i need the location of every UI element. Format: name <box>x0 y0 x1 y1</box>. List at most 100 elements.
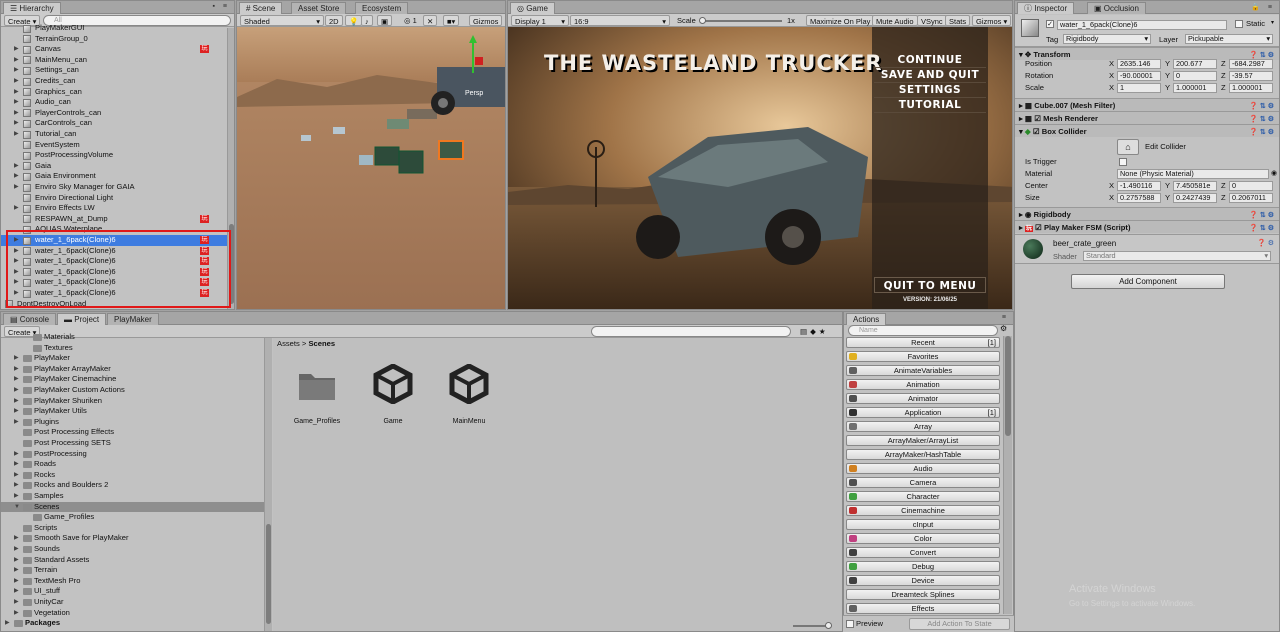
project-folder-item[interactable]: ▶ Standard Assets <box>1 555 265 566</box>
tab-scene[interactable]: # Scene <box>239 2 283 14</box>
box-collider-header[interactable]: ▾ ◆ ☑ Box Collider ❓⇅⚙ <box>1015 124 1279 137</box>
expand-arrow-icon[interactable]: ▶ <box>14 87 19 98</box>
expand-arrow-icon[interactable]: ▶ <box>14 396 19 407</box>
project-folder-item[interactable]: ▶ PlayMaker ArrayMaker <box>1 364 265 375</box>
expand-arrow-icon[interactable]: ▼ <box>14 502 20 513</box>
center-x-field[interactable]: -1.490116 <box>1117 180 1161 191</box>
hierarchy-item[interactable]: ▶ Enviro Effects LW <box>1 203 227 214</box>
inspector-menu-icon[interactable]: 🔒 ≡ <box>1251 3 1275 11</box>
tree-scroll-thumb[interactable] <box>266 524 271 624</box>
project-folder-item[interactable]: Post Processing SETS <box>1 438 265 449</box>
vsync-button[interactable]: VSync <box>917 15 947 26</box>
hierarchy-item[interactable]: ▶ Tutorial_can <box>1 129 227 140</box>
project-folder-item[interactable]: ▶ PlayMaker Utils <box>1 406 265 417</box>
project-folder-item[interactable]: Textures <box>1 343 265 354</box>
expand-arrow-icon[interactable]: ▶ <box>14 417 19 428</box>
transform-z-field[interactable]: 1.000001 <box>1229 82 1273 93</box>
game-gizmos-dropdown[interactable]: Gizmos ▾ <box>972 15 1012 26</box>
transform-x-field[interactable]: 1 <box>1117 82 1161 93</box>
layer-dropdown[interactable]: Pickupable ▾ <box>1185 34 1273 44</box>
maximize-on-play-button[interactable]: Maximize On Play <box>806 15 875 26</box>
preview-checkbox[interactable] <box>846 620 854 628</box>
expand-arrow-icon[interactable]: ▶ <box>14 108 19 119</box>
is-trigger-checkbox[interactable] <box>1119 157 1127 166</box>
expand-arrow-icon[interactable]: ▶ <box>14 182 19 193</box>
action-category-arraymaker-arraylist[interactable]: ArrayMaker/ArrayList <box>846 435 1000 446</box>
actions-scrollbar[interactable] <box>1003 336 1012 614</box>
expand-arrow-icon[interactable]: ▶ <box>14 555 19 566</box>
action-category-cinemachine[interactable]: Cinemachine <box>846 505 1000 516</box>
project-folder-item[interactable]: ▶ UnityCar <box>1 597 265 608</box>
2d-toggle[interactable]: 2D <box>325 15 343 26</box>
hierarchy-item[interactable]: ▶ Credits_can <box>1 76 227 87</box>
action-category-animatevariables[interactable]: AnimateVariables <box>846 365 1000 376</box>
action-category-arraymaker-hashtable[interactable]: ArrayMaker/HashTable <box>846 449 1000 460</box>
expand-arrow-icon[interactable]: ▶ <box>14 55 19 66</box>
project-folder-item[interactable]: ▶ PlayMaker <box>1 353 265 364</box>
actions-settings-icon[interactable]: ⚙ <box>1000 324 1007 333</box>
action-category-animator[interactable]: Animator <box>846 393 1000 404</box>
static-dropdown-icon[interactable]: ▾ <box>1271 19 1274 26</box>
expand-arrow-icon[interactable]: ▶ <box>14 608 19 619</box>
size-x-field[interactable]: 0.2757588 <box>1117 192 1161 203</box>
expand-arrow-icon[interactable]: ▶ <box>14 385 19 396</box>
expand-arrow-icon[interactable]: ▶ <box>14 533 19 544</box>
action-category-camera[interactable]: Camera <box>846 477 1000 488</box>
tab-ecosystem[interactable]: Ecosystem <box>355 2 409 14</box>
center-z-field[interactable]: 0 <box>1229 180 1273 191</box>
hierarchy-item[interactable]: TerrainGroup_0 <box>1 34 227 45</box>
expand-arrow-icon[interactable]: ▶ <box>0 299 1 310</box>
transform-z-field[interactable]: -684.2987 <box>1229 58 1273 69</box>
static-checkbox[interactable] <box>1235 20 1243 28</box>
project-folder-item[interactable]: Materials <box>1 332 265 343</box>
expand-arrow-icon[interactable]: ▶ <box>14 449 19 460</box>
project-folder-item[interactable]: ▶ Rocks and Boulders 2 <box>1 480 265 491</box>
expand-arrow-icon[interactable]: ▶ <box>14 491 19 502</box>
size-y-field[interactable]: 0.2427439 <box>1173 192 1217 203</box>
material-picker-icon[interactable]: ◉ <box>1271 168 1277 179</box>
action-category-dreamteck-splines[interactable]: Dreamteck Splines <box>846 589 1000 600</box>
expand-arrow-icon[interactable]: ▶ <box>14 44 19 55</box>
audio-toggle-icon[interactable]: ♪ <box>361 15 373 26</box>
action-category-convert[interactable]: Convert <box>846 547 1000 558</box>
zoom-slider-handle[interactable] <box>825 622 832 629</box>
mesh-filter-header[interactable]: ▸ ▦ Cube.007 (Mesh Filter) ❓⇅⚙ <box>1015 98 1279 111</box>
action-category-color[interactable]: Color <box>846 533 1000 544</box>
scene-gizmos-dropdown[interactable]: Gizmos <box>469 15 503 26</box>
tab-playmaker[interactable]: PlayMaker <box>107 313 159 325</box>
hierarchy-item[interactable]: RESPAWN_at_Dump 玩 <box>1 214 227 225</box>
asset-item[interactable]: Game_Profiles <box>287 364 347 428</box>
expand-arrow-icon[interactable]: ▶ <box>14 129 19 140</box>
tools-icon[interactable]: ✕ <box>423 15 438 26</box>
hierarchy-item[interactable]: ▶ PlayerControls_can <box>1 108 227 119</box>
action-category-character[interactable]: Character <box>846 491 1000 502</box>
project-folder-item[interactable]: ▶ Terrain <box>1 565 265 576</box>
project-folder-item[interactable]: ▶ PlayMaker Shuriken <box>1 396 265 407</box>
mesh-renderer-header[interactable]: ▸ ▦ ☑ Mesh Renderer ❓⇅⚙ <box>1015 111 1279 124</box>
tab-project[interactable]: ▬ Project <box>57 313 107 325</box>
tree-scrollbar[interactable] <box>264 338 272 631</box>
stats-button[interactable]: Stats <box>945 15 971 26</box>
project-folder-item[interactable]: ▶ Smooth Save for PlayMaker <box>1 533 265 544</box>
actions-search-input[interactable]: Name <box>848 325 998 336</box>
expand-arrow-icon[interactable]: ▶ <box>14 459 19 470</box>
tag-dropdown[interactable]: Rigidbody ▾ <box>1063 34 1151 44</box>
add-component-button[interactable]: Add Component <box>1071 274 1225 289</box>
action-category-animation[interactable]: Animation <box>846 379 1000 390</box>
actions-scroll-thumb[interactable] <box>1005 336 1011 436</box>
action-category-debug[interactable]: Debug <box>846 561 1000 572</box>
hierarchy-item[interactable]: ▶ Gaia Environment <box>1 171 227 182</box>
camera-dropdown-icon[interactable]: ■▾ <box>443 15 460 26</box>
tab-console[interactable]: ▤ Console <box>3 313 57 325</box>
scene-viewport[interactable]: Persp <box>237 27 506 310</box>
hierarchy-item[interactable]: ▶ MainMenu_can <box>1 55 227 66</box>
expand-arrow-icon[interactable]: ▶ <box>14 374 19 385</box>
hierarchy-item[interactable]: ▶ Audio_can <box>1 97 227 108</box>
tab-asset-store[interactable]: Asset Store <box>291 2 347 14</box>
hierarchy-item[interactable]: ▶ Canvas 玩 <box>1 44 227 55</box>
scale-slider[interactable] <box>699 17 782 24</box>
transform-x-field[interactable]: -90.00001 <box>1117 70 1161 81</box>
project-folder-item[interactable]: ▶ UI_stuff <box>1 586 265 597</box>
expand-arrow-icon[interactable]: ▶ <box>14 597 19 608</box>
hierarchy-item[interactable]: PostProcessingVolume <box>1 150 227 161</box>
